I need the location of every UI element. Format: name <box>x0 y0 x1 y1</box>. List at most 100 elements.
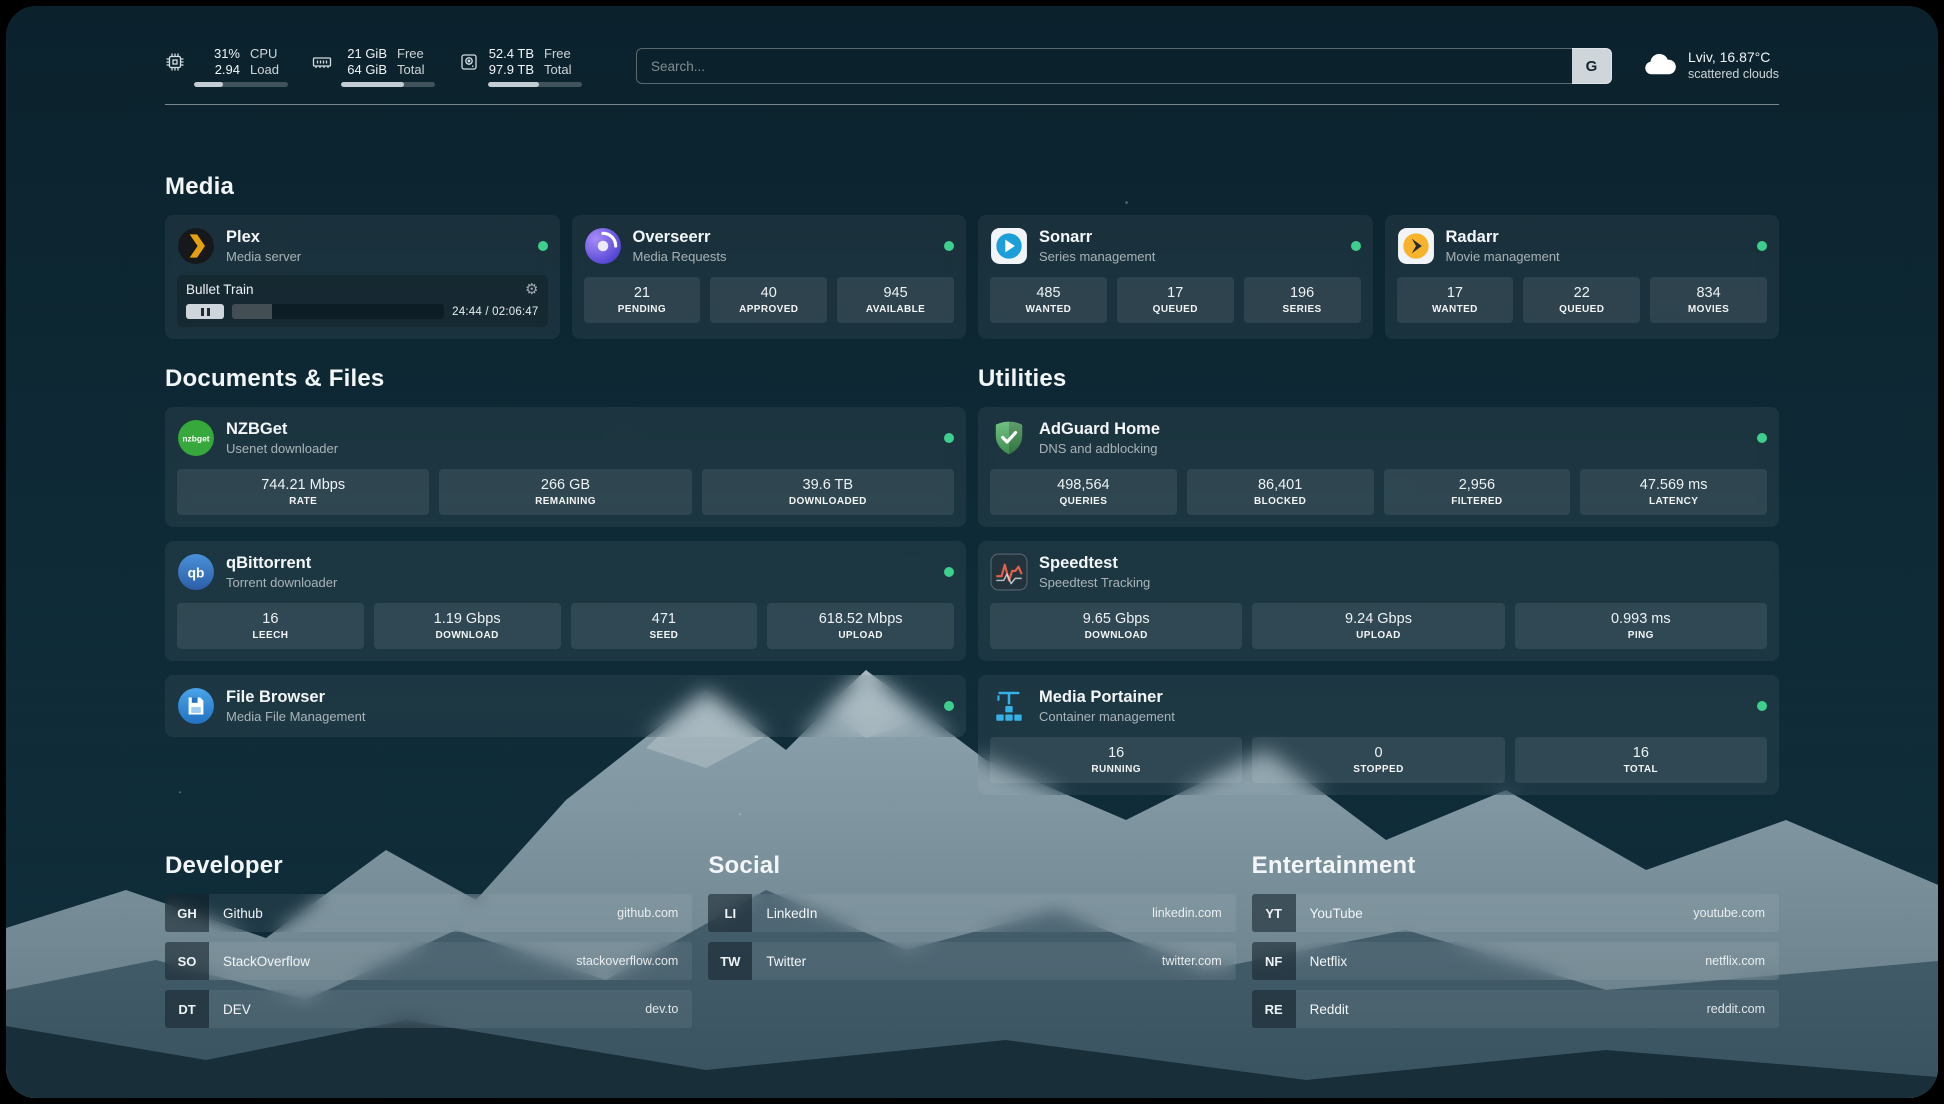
status-dot <box>538 241 548 251</box>
svg-text:qb: qb <box>188 565 205 580</box>
topbar-divider <box>165 104 1779 105</box>
section-title-developer: Developer <box>165 852 692 880</box>
stat-blocked: 86,401BLOCKED <box>1187 469 1374 515</box>
bookmark-abbr: TW <box>708 942 752 980</box>
stat-ping: 0.993 msPING <box>1515 603 1767 649</box>
bookmark-url: linkedin.com <box>1152 906 1235 920</box>
weather-widget[interactable]: Lviv, 16.87°C scattered clouds <box>1642 49 1779 83</box>
service-card-speedtest[interactable]: Speedtest Speedtest Tracking 9.65 GbpsDO… <box>978 541 1779 661</box>
playback-progress-bar[interactable] <box>232 304 444 319</box>
stat-upload: 618.52 MbpsUPLOAD <box>767 603 954 649</box>
service-name: qBittorrent <box>226 554 337 573</box>
plex-icon <box>177 227 215 265</box>
stat-available: 945AVAILABLE <box>837 277 954 323</box>
nzbget-icon: nzbget <box>177 419 215 457</box>
overseerr-icon <box>584 227 622 265</box>
bookmark-reddit[interactable]: RE Reddit reddit.com <box>1252 990 1779 1028</box>
cloud-icon <box>1642 51 1678 81</box>
bookmark-twitter[interactable]: TW Twitter twitter.com <box>708 942 1235 980</box>
bookmark-youtube[interactable]: YT YouTube youtube.com <box>1252 894 1779 932</box>
service-subtitle: Series management <box>1039 249 1155 264</box>
service-card-overseerr[interactable]: Overseerr Media Requests 21PENDING 40APP… <box>572 215 967 339</box>
search-input[interactable] <box>636 48 1572 84</box>
bookmark-abbr: LI <box>708 894 752 932</box>
status-dot <box>1757 241 1767 251</box>
stat-series: 196SERIES <box>1244 277 1361 323</box>
stat-rate: 744.21 MbpsRATE <box>177 469 429 515</box>
stat-seed: 471SEED <box>571 603 758 649</box>
service-card-radarr[interactable]: Radarr Movie management 17WANTED 22QUEUE… <box>1385 215 1780 339</box>
service-card-portainer[interactable]: Media Portainer Container management 16R… <box>978 675 1779 795</box>
bookmark-url: twitter.com <box>1162 954 1236 968</box>
service-card-sonarr[interactable]: Sonarr Series management 485WANTED 17QUE… <box>978 215 1373 339</box>
stat-wanted: 485WANTED <box>990 277 1107 323</box>
service-card-adguard[interactable]: AdGuard Home DNS and adblocking 498,564Q… <box>978 407 1779 527</box>
service-subtitle: Media Requests <box>633 249 727 264</box>
service-name: Media Portainer <box>1039 688 1175 707</box>
bookmark-abbr: DT <box>165 990 209 1028</box>
status-dot <box>944 241 954 251</box>
status-dot <box>944 567 954 577</box>
pause-button[interactable] <box>186 304 224 319</box>
service-card-plex[interactable]: Plex Media server Bullet Train ⚙ <box>165 215 560 339</box>
stat-approved: 40APPROVED <box>710 277 827 323</box>
section-title-social: Social <box>708 852 1235 880</box>
cpu-load-value: 2.94 <box>194 62 240 78</box>
service-name: File Browser <box>226 688 365 707</box>
disk-free-label: Free <box>544 46 571 62</box>
service-subtitle: Usenet downloader <box>226 441 338 456</box>
service-card-filebrowser[interactable]: File Browser Media File Management <box>165 675 966 737</box>
section-title-utilities: Utilities <box>978 365 1779 393</box>
service-subtitle: Speedtest Tracking <box>1039 575 1150 590</box>
portainer-icon <box>990 687 1028 725</box>
now-playing-title: Bullet Train <box>186 282 254 297</box>
service-subtitle: Container management <box>1039 709 1175 724</box>
bookmark-url: youtube.com <box>1693 906 1779 920</box>
section-developer: Developer GH Github github.com SO StackO… <box>165 852 692 1038</box>
speedtest-icon <box>990 553 1028 591</box>
stat-movies: 834MOVIES <box>1650 277 1767 323</box>
service-card-nzbget[interactable]: nzbget NZBGet Usenet downloader 744.21 M… <box>165 407 966 527</box>
sonarr-icon <box>990 227 1028 265</box>
service-card-qbittorrent[interactable]: qb qBittorrent Torrent downloader 16LEEC… <box>165 541 966 661</box>
status-dot <box>1757 433 1767 443</box>
section-title-media: Media <box>165 173 1779 201</box>
stat-total: 16TOTAL <box>1515 737 1767 783</box>
memory-progress-bar <box>341 82 435 87</box>
status-dot <box>1757 701 1767 711</box>
section-entertainment: Entertainment YT YouTube youtube.com NF … <box>1252 852 1779 1038</box>
bookmark-url: netflix.com <box>1705 954 1779 968</box>
bookmark-stackoverflow[interactable]: SO StackOverflow stackoverflow.com <box>165 942 692 980</box>
stat-filtered: 2,956FILTERED <box>1384 469 1571 515</box>
bookmark-name: Github <box>223 906 263 921</box>
memory-icon <box>312 52 332 77</box>
search-provider-button[interactable]: G <box>1572 48 1612 84</box>
service-name: Plex <box>226 228 301 247</box>
bookmark-abbr: GH <box>165 894 209 932</box>
bookmark-netflix[interactable]: NF Netflix netflix.com <box>1252 942 1779 980</box>
stat-downloaded: 39.6 TBDOWNLOADED <box>702 469 954 515</box>
memory-total-label: Total <box>397 62 424 78</box>
bookmark-github[interactable]: GH Github github.com <box>165 894 692 932</box>
disk-free-value: 52.4 TB <box>488 46 534 62</box>
bookmark-name: Twitter <box>766 954 806 969</box>
cpu-widget: 31%CPU 2.94Load <box>165 46 288 87</box>
bookmark-linkedin[interactable]: LI LinkedIn linkedin.com <box>708 894 1235 932</box>
search-bar: G <box>636 48 1612 84</box>
dashboard-window: 31%CPU 2.94Load 21 GiBFree 64 GiBTotal <box>6 6 1938 1098</box>
bookmark-dev[interactable]: DT DEV dev.to <box>165 990 692 1028</box>
service-subtitle: Movie management <box>1446 249 1560 264</box>
screen: 31%CPU 2.94Load 21 GiBFree 64 GiBTotal <box>0 0 1944 1104</box>
gear-icon[interactable]: ⚙ <box>525 282 538 297</box>
bookmark-url: dev.to <box>645 1002 692 1016</box>
bookmark-url: reddit.com <box>1707 1002 1779 1016</box>
cpu-progress-bar <box>194 82 288 87</box>
cpu-load-label: Load <box>250 62 279 78</box>
service-subtitle: Media server <box>226 249 301 264</box>
bookmark-url: stackoverflow.com <box>576 954 692 968</box>
topbar: 31%CPU 2.94Load 21 GiBFree 64 GiBTotal <box>165 44 1779 88</box>
status-dot <box>944 433 954 443</box>
bookmark-name: DEV <box>223 1002 251 1017</box>
stat-queries: 498,564QUERIES <box>990 469 1177 515</box>
bookmark-abbr: RE <box>1252 990 1296 1028</box>
